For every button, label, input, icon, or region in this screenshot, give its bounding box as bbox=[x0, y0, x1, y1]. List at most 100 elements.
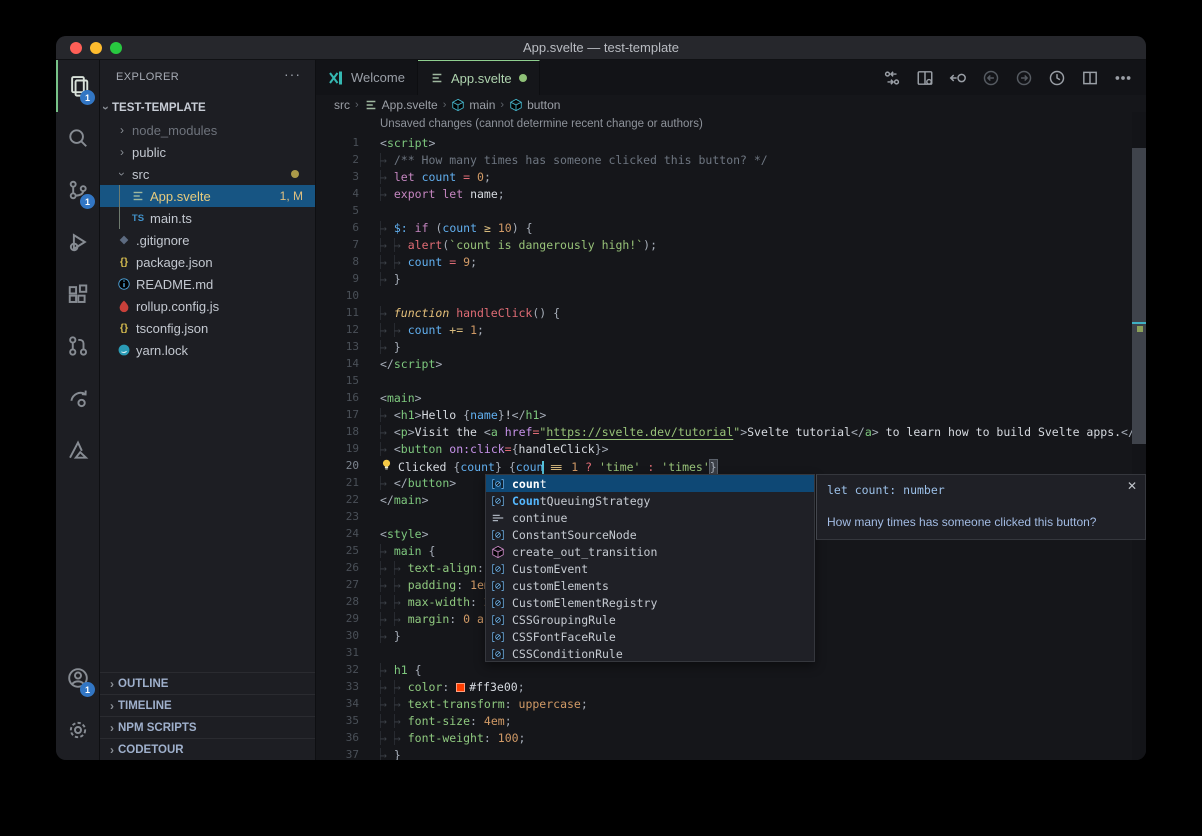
chevron-down-icon: › bbox=[99, 102, 113, 114]
line-text: <script> bbox=[380, 136, 1146, 150]
code-line-5: 5 bbox=[316, 202, 1146, 219]
more-actions-icon[interactable] bbox=[1114, 69, 1132, 87]
breadcrumb-separator: › bbox=[355, 99, 359, 111]
line-number: 2 bbox=[316, 153, 380, 166]
lightbulb-icon[interactable] bbox=[380, 458, 394, 474]
suggest-label: count bbox=[512, 477, 547, 491]
code-line-17: 17→ <h1>Hello {name}!</h1> bbox=[316, 406, 1146, 423]
line-number: 6 bbox=[316, 221, 380, 234]
vertical-scrollbar[interactable] bbox=[1132, 112, 1146, 760]
file-row-main-ts[interactable]: TSmain.ts bbox=[100, 207, 315, 229]
activity-item-run-debug[interactable] bbox=[56, 216, 100, 268]
suggest-label: CustomElementRegistry bbox=[512, 596, 657, 610]
suggest-label: CSSConditionRule bbox=[512, 647, 623, 661]
suggest-item-count[interactable]: count bbox=[486, 475, 814, 492]
activity-item-settings[interactable] bbox=[56, 704, 100, 756]
breadcrumb-item-main[interactable]: main bbox=[451, 98, 495, 112]
file-row-rollup-config-js[interactable]: rollup.config.js bbox=[100, 295, 315, 317]
code-line-35: 35→ → font-size: 4em; bbox=[316, 712, 1146, 729]
line-text: Clicked {count} {coun ≡ 1 ? 'time' : 'ti… bbox=[380, 458, 1146, 474]
file-row-src[interactable]: ›src bbox=[100, 163, 315, 185]
previous-change-icon[interactable] bbox=[949, 69, 967, 87]
file-label: .gitignore bbox=[136, 233, 189, 248]
braces-file-icon: {} bbox=[116, 320, 132, 336]
activity-item-github-pr[interactable] bbox=[56, 320, 100, 372]
activity-item-live-share[interactable] bbox=[56, 372, 100, 424]
breadcrumb-item-app-svelte[interactable]: App.svelte bbox=[364, 98, 438, 112]
go-forward-icon[interactable] bbox=[1015, 69, 1033, 87]
close-icon[interactable]: ✕ bbox=[1127, 479, 1137, 493]
open-preview-icon[interactable] bbox=[916, 69, 934, 87]
line-number: 28 bbox=[316, 595, 380, 608]
activity-item-explorer[interactable]: 1 bbox=[56, 60, 100, 112]
activity-item-account[interactable]: 1 bbox=[56, 652, 100, 704]
suggest-item-cssfontfacerule[interactable]: CSSFontFaceRule bbox=[486, 628, 814, 645]
line-number: 15 bbox=[316, 374, 380, 387]
line-number: 1 bbox=[316, 136, 380, 149]
line-number: 23 bbox=[316, 510, 380, 523]
suggest-item-cssgroupingrule[interactable]: CSSGroupingRule bbox=[486, 611, 814, 628]
sidebar-panels: ›OUTLINE›TIMELINE›NPM SCRIPTS›CODETOUR bbox=[100, 672, 315, 760]
editor-actions bbox=[883, 60, 1132, 95]
file-row-yarn-lock[interactable]: yarn.lock bbox=[100, 339, 315, 361]
timeline-history-icon[interactable] bbox=[1048, 69, 1066, 87]
line-number: 19 bbox=[316, 442, 380, 455]
file-row--gitignore[interactable]: .gitignore bbox=[100, 229, 315, 251]
file-row-public[interactable]: ›public bbox=[100, 141, 315, 163]
panel-npm-scripts[interactable]: ›NPM SCRIPTS bbox=[100, 716, 315, 738]
activity-item-source-control[interactable]: 1 bbox=[56, 164, 100, 216]
code-line-7: 7→ → alert(`count is dangerously high!`)… bbox=[316, 236, 1146, 253]
suggest-item-customelementregistry[interactable]: CustomElementRegistry bbox=[486, 594, 814, 611]
panel-timeline[interactable]: ›TIMELINE bbox=[100, 694, 315, 716]
file-row-package-json[interactable]: {}package.json bbox=[100, 251, 315, 273]
activity-item-azure[interactable] bbox=[56, 424, 100, 476]
suggest-item-customevent[interactable]: CustomEvent bbox=[486, 560, 814, 577]
file-row-tsconfig-json[interactable]: {}tsconfig.json bbox=[100, 317, 315, 339]
activity-item-search[interactable] bbox=[56, 112, 100, 164]
file-row-app-svelte[interactable]: App.svelte1, M bbox=[100, 185, 315, 207]
line-number: 34 bbox=[316, 697, 380, 710]
workspace-section-header[interactable]: › TEST-TEMPLATE bbox=[100, 97, 315, 119]
color-swatch[interactable] bbox=[456, 683, 465, 692]
suggest-item-create_out_transition[interactable]: create_out_transition bbox=[486, 543, 814, 560]
file-label: yarn.lock bbox=[136, 343, 188, 358]
cube-icon bbox=[509, 98, 523, 112]
file-row-readme-md[interactable]: README.md bbox=[100, 273, 315, 295]
breadcrumb-item-src[interactable]: src bbox=[334, 98, 350, 112]
tab-welcome[interactable]: Welcome bbox=[316, 60, 418, 95]
suggest-details-panel: let count: number How many times has som… bbox=[816, 474, 1146, 540]
line-number: 22 bbox=[316, 493, 380, 506]
code-line-14: 14</script> bbox=[316, 355, 1146, 372]
line-number: 21 bbox=[316, 476, 380, 489]
line-text: → → font-weight: 100; bbox=[380, 731, 1146, 745]
file-row-node-modules[interactable]: ›node_modules bbox=[100, 119, 315, 141]
tab-app-svelte[interactable]: App.svelte bbox=[418, 60, 540, 95]
go-back-icon[interactable] bbox=[982, 69, 1000, 87]
title-bar: App.svelte — test-template bbox=[56, 36, 1146, 60]
panel-outline[interactable]: ›OUTLINE bbox=[100, 672, 315, 694]
line-number: 27 bbox=[316, 578, 380, 591]
code-line-20: 20Clicked {count} {coun ≡ 1 ? 'time' : '… bbox=[316, 457, 1146, 474]
suggest-widget: countCountQueuingStrategycontinueConstan… bbox=[485, 474, 815, 662]
suggest-item-constantsourcenode[interactable]: ConstantSourceNode bbox=[486, 526, 814, 543]
suggest-item-cssconditionrule[interactable]: CSSConditionRule bbox=[486, 645, 814, 662]
scrollbar-thumb[interactable] bbox=[1132, 148, 1146, 444]
suggest-item-countqueuingstrategy[interactable]: CountQueuingStrategy bbox=[486, 492, 814, 509]
code-line-37: 37→ } bbox=[316, 746, 1146, 760]
file-tree: ›node_modules›public›srcApp.svelte1, MTS… bbox=[100, 119, 315, 361]
panel-codetour[interactable]: ›CODETOUR bbox=[100, 738, 315, 760]
code-editor[interactable]: Unsaved changes (cannot determine recent… bbox=[316, 114, 1146, 760]
split-editor-icon[interactable] bbox=[1081, 69, 1099, 87]
modified-dot bbox=[519, 74, 527, 82]
breadcrumb-item-button[interactable]: button bbox=[509, 98, 560, 112]
code-line-33: 33→ → color: #ff3e00; bbox=[316, 678, 1146, 695]
suggest-item-continue[interactable]: continue bbox=[486, 509, 814, 526]
line-number: 17 bbox=[316, 408, 380, 421]
line-number: 25 bbox=[316, 544, 380, 557]
suggest-item-customelements[interactable]: customElements bbox=[486, 577, 814, 594]
open-changes-icon[interactable] bbox=[883, 69, 901, 87]
activity-item-extensions[interactable] bbox=[56, 268, 100, 320]
line-text: → <h1>Hello {name}!</h1> bbox=[380, 408, 1146, 422]
explorer-more-actions[interactable]: ··· bbox=[284, 66, 301, 82]
braces-file-icon: {} bbox=[116, 254, 132, 270]
